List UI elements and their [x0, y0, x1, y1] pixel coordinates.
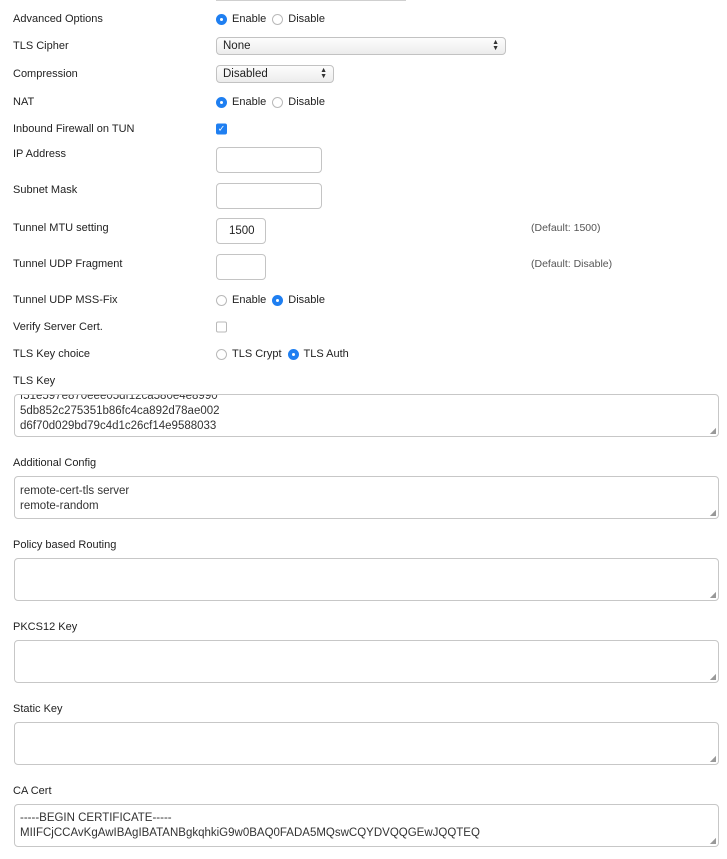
udp-mss-fix-disable-radio[interactable] [272, 294, 284, 306]
subnet-mask-input[interactable] [216, 183, 322, 209]
tls-key-textarea[interactable]: f51e597e870eee05df12ca580e4e8990 5db852c… [14, 394, 719, 437]
udp-mss-fix-label: Tunnel UDP MSS-Fix [13, 294, 118, 306]
additional-config-textarea[interactable]: remote-cert-tls server remote-random ◢ [14, 476, 719, 519]
check-icon: ✓ [217, 123, 226, 134]
inbound-firewall-label: Inbound Firewall on TUN [13, 123, 135, 135]
tls-key-line: 5db852c275351b86fc4ca892d78ae002 [20, 405, 220, 417]
tls-cipher-label: TLS Cipher [13, 40, 69, 52]
advanced-options-radio-group: Enable Disable [216, 13, 331, 25]
udp-mss-fix-enable-label[interactable]: Enable [232, 294, 266, 306]
tunnel-mtu-value: 1500 [229, 225, 255, 237]
tls-auth-label[interactable]: TLS Auth [304, 348, 349, 360]
inbound-firewall-control: ✓ [216, 123, 227, 135]
compression-value: Disabled [223, 68, 268, 80]
tls-cipher-select[interactable]: None ▲ ▼ [216, 37, 506, 55]
udp-mss-fix-enable-radio[interactable] [216, 294, 227, 306]
resize-grip-icon[interactable]: ◢ [710, 427, 716, 435]
nat-disable-radio[interactable] [272, 96, 284, 108]
tls-key-choice-label: TLS Key choice [13, 348, 91, 360]
static-key-label: Static Key [13, 703, 63, 715]
tls-crypt-label[interactable]: TLS Crypt [232, 348, 282, 360]
resize-grip-icon[interactable]: ◢ [710, 755, 716, 763]
resize-grip-icon[interactable]: ◢ [710, 591, 716, 599]
additional-config-line: remote-cert-tls server [20, 485, 130, 497]
additional-config-line: remote-random [20, 500, 99, 512]
advanced-options-enable-radio[interactable] [216, 13, 227, 25]
tls-key-choice-radio-group: TLS Crypt TLS Auth [216, 348, 355, 360]
tunnel-mtu-hint: (Default: 1500) [531, 222, 601, 234]
tls-key-label: TLS Key [13, 375, 56, 387]
up-down-chevron-icon: ▲ ▼ [320, 67, 327, 80]
tunnel-mtu-label: Tunnel MTU setting [13, 222, 109, 234]
udp-mss-fix-disable-label[interactable]: Disable [288, 294, 325, 306]
up-down-chevron-icon: ▲ ▼ [492, 39, 499, 52]
pkcs12-key-textarea[interactable]: ◢ [14, 640, 719, 683]
advanced-options-enable-label[interactable]: Enable [232, 13, 266, 25]
compression-select[interactable]: Disabled ▲ ▼ [216, 65, 334, 83]
tls-key-line: f51e597e870eee05df12ca580e4e8990 [20, 394, 218, 402]
ca-cert-line: MIIFCjCCAvKgAwIBAgIBATANBgkqhkiG9w0BAQ0F… [20, 827, 480, 839]
policy-routing-textarea[interactable]: ◢ [14, 558, 719, 601]
udp-fragment-label: Tunnel UDP Fragment [13, 258, 123, 270]
tls-key-line: d6f70d029bd79c4d1c26cf14e9588033 [20, 420, 217, 432]
tls-cipher-value: None [223, 40, 251, 52]
tls-crypt-radio[interactable] [216, 348, 227, 360]
nat-disable-label[interactable]: Disable [288, 96, 325, 108]
resize-grip-icon[interactable]: ◢ [710, 837, 716, 845]
udp-fragment-hint: (Default: Disable) [531, 258, 613, 270]
verify-cert-control [216, 321, 227, 333]
advanced-options-label: Advanced Options [13, 13, 103, 25]
policy-routing-label: Policy based Routing [13, 539, 117, 551]
tunnel-mtu-input[interactable]: 1500 [216, 218, 266, 244]
ca-cert-line: -----BEGIN CERTIFICATE----- [20, 812, 172, 824]
verify-cert-label: Verify Server Cert. [13, 321, 103, 333]
resize-grip-icon[interactable]: ◢ [710, 509, 716, 517]
nat-label: NAT [13, 96, 35, 108]
ca-cert-textarea[interactable]: -----BEGIN CERTIFICATE----- MIIFCjCCAvKg… [14, 804, 719, 847]
ip-address-label: IP Address [13, 148, 66, 160]
inbound-firewall-checkbox[interactable]: ✓ [216, 123, 227, 135]
nat-enable-radio[interactable] [216, 96, 227, 108]
nat-radio-group: Enable Disable [216, 96, 331, 108]
subnet-mask-label: Subnet Mask [13, 184, 78, 196]
nat-enable-label[interactable]: Enable [232, 96, 266, 108]
resize-grip-icon[interactable]: ◢ [710, 673, 716, 681]
pkcs12-key-label: PKCS12 Key [13, 621, 78, 633]
additional-config-label: Additional Config [13, 457, 97, 469]
ip-address-input[interactable] [216, 147, 322, 173]
tls-auth-radio[interactable] [287, 348, 299, 360]
advanced-options-disable-label[interactable]: Disable [288, 13, 325, 25]
udp-fragment-input[interactable] [216, 254, 266, 280]
verify-cert-checkbox[interactable] [216, 321, 227, 333]
advanced-options-disable-radio[interactable] [272, 13, 284, 25]
ca-cert-label: CA Cert [13, 785, 52, 797]
static-key-textarea[interactable]: ◢ [14, 722, 719, 765]
top-input-edge [216, 0, 406, 1]
compression-label: Compression [13, 68, 78, 80]
udp-mss-fix-radio-group: Enable Disable [216, 294, 331, 306]
